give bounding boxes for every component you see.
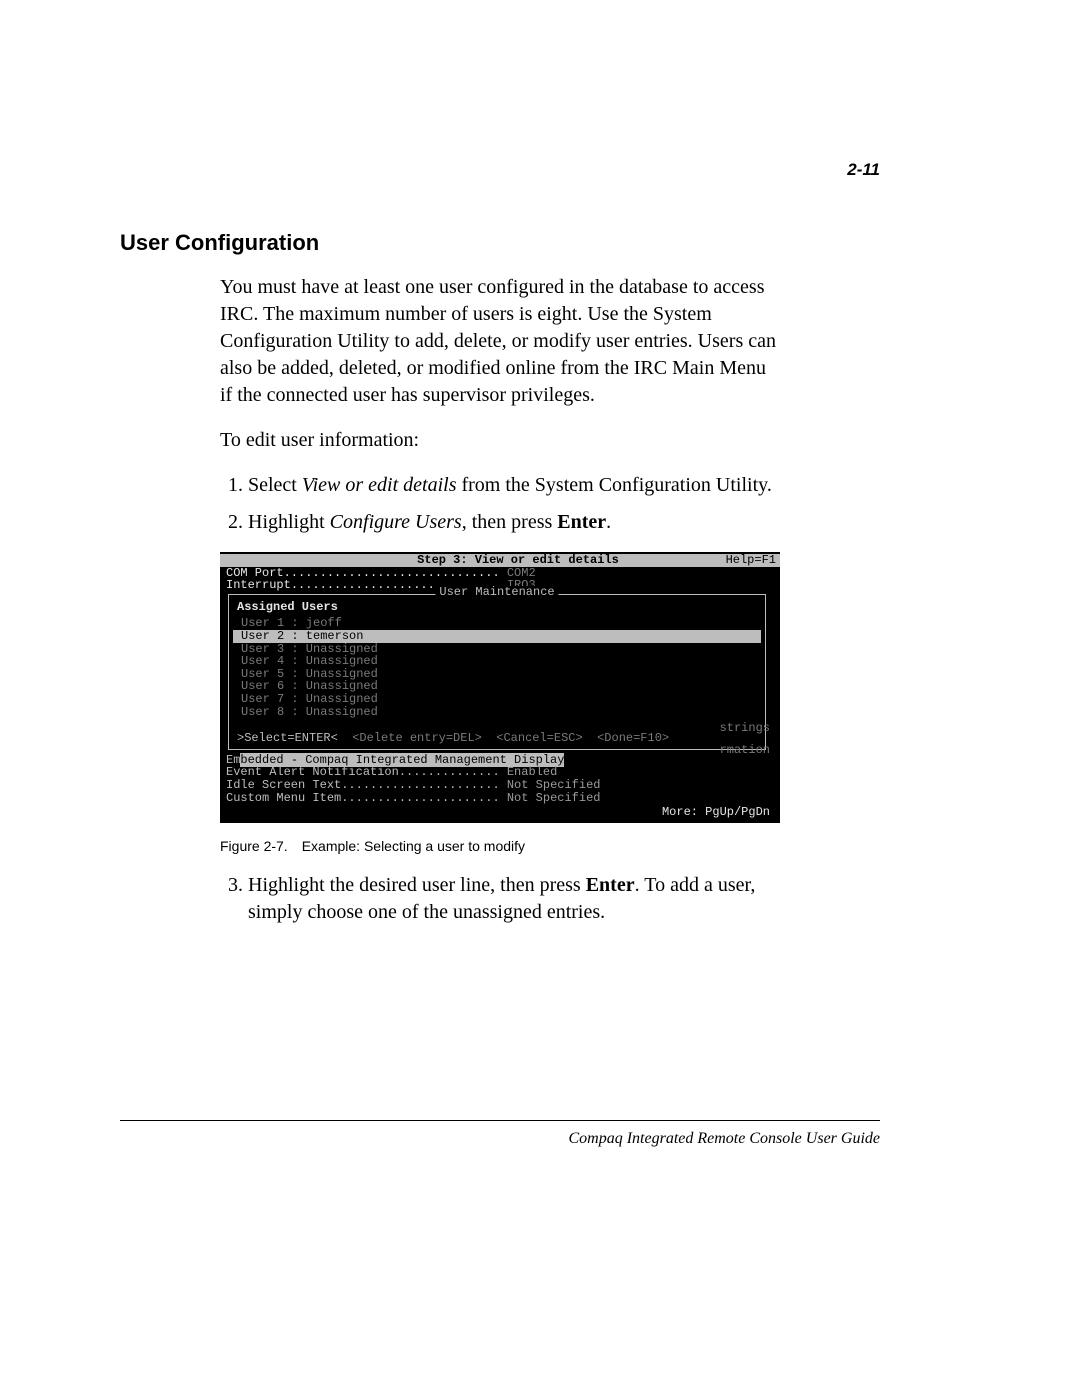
step1-emphasis: View or edit details — [302, 474, 457, 496]
panel-title: User Maintenance — [435, 586, 558, 599]
steps-list: Select View or edit details from the Sys… — [220, 472, 780, 536]
action-done: <Done=F10> — [597, 731, 669, 745]
footer-text: Compaq Integrated Remote Console User Gu… — [120, 1130, 880, 1148]
step2-post: . — [606, 511, 611, 533]
page-number: 2-11 — [847, 160, 880, 180]
terminal-screenshot: Step 3: View or edit details Help=F1 COM… — [220, 552, 780, 823]
step3-pre: Highlight the desired user line, then pr… — [248, 874, 586, 896]
custom-label: Custom Menu Item...................... — [226, 791, 500, 805]
step3-bold: Enter — [586, 874, 635, 896]
titlebar-help: Help=F1 — [696, 554, 780, 567]
user-maintenance-panel: User Maintenance Assigned Users User 1 :… — [228, 594, 766, 750]
step-1: Select View or edit details from the Sys… — [248, 472, 780, 499]
lead-in: To edit user information: — [220, 427, 780, 454]
step2-bold: Enter — [557, 511, 606, 533]
user-row-2: User 2 : temerson — [233, 630, 761, 643]
user-list: User 1 : jeoffUser 2 : temersonUser 3 : … — [233, 617, 761, 718]
more-indicator: More: PgUp/PgDn — [226, 806, 774, 819]
figure-wrap: Step 3: View or edit details Help=F1 COM… — [220, 552, 780, 856]
side-text-strings: strings — [720, 722, 770, 735]
action-select: >Select=ENTER< — [237, 731, 338, 745]
step-3: Highlight the desired user line, then pr… — [248, 872, 780, 926]
page-content: 2-11 User Configuration You must have at… — [120, 160, 880, 940]
step1-pre: Select — [248, 474, 302, 496]
terminal-titlebar: Step 3: View or edit details Help=F1 — [220, 554, 780, 567]
interrupt-label: Interrupt — [226, 578, 291, 592]
side-text-rmation: rmation — [720, 744, 770, 757]
step1-post: from the System Configuration Utility. — [456, 474, 771, 496]
action-delete: <Delete entry=DEL> — [352, 731, 482, 745]
figure-caption: Figure 2-7. Example: Selecting a user to… — [220, 837, 780, 856]
step-2: Highlight Configure Users, then press En… — [248, 509, 780, 536]
custom-value: Not Specified — [507, 791, 601, 805]
custom-menu-line: Custom Menu Item...................... N… — [226, 792, 774, 805]
user-row-4: User 4 : Unassigned — [233, 655, 761, 668]
panel-actions: >Select=ENTER< <Delete entry=DEL> <Cance… — [233, 732, 761, 745]
body-block: You must have at least one user configur… — [220, 274, 780, 926]
bottom-lines: Embedded - Compaq Integrated Management … — [226, 754, 774, 819]
section-heading: User Configuration — [120, 230, 880, 256]
step2-mid: , then press — [462, 511, 558, 533]
step2-pre: Highlight — [248, 511, 330, 533]
action-cancel: <Cancel=ESC> — [496, 731, 582, 745]
steps-list-cont: Highlight the desired user line, then pr… — [220, 872, 780, 926]
footer-rule — [120, 1120, 880, 1121]
user-row-8: User 8 : Unassigned — [233, 706, 761, 719]
intro-paragraph: You must have at least one user configur… — [220, 274, 780, 409]
user-row-7: User 7 : Unassigned — [233, 693, 761, 706]
step2-emphasis: Configure Users — [330, 511, 462, 533]
assigned-users-label: Assigned Users — [237, 601, 761, 614]
